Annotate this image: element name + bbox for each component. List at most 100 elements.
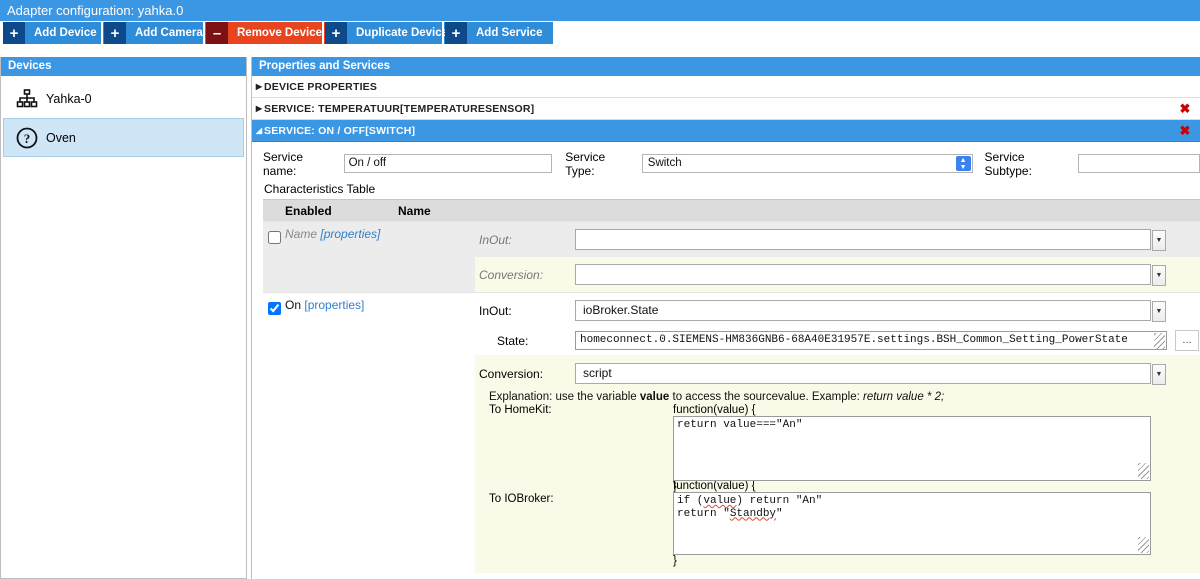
resize-handle-icon[interactable] [1138, 463, 1149, 479]
properties-and-services-panel: Properties and Services ▶ DEVICE PROPERT… [251, 57, 1200, 579]
add-device-button[interactable]: + Add Device [3, 22, 108, 44]
resize-handle-icon[interactable] [1154, 333, 1165, 349]
service-name-input[interactable]: On / off [343, 154, 553, 173]
table-row: On [properties] InOut: ioBroker.State ▼ [263, 292, 1200, 573]
to-homekit-code-a: return value=== [677, 419, 777, 431]
iob-code-l2b: Standby [729, 507, 777, 520]
inout-select[interactable]: ▼ [575, 229, 1166, 251]
chevron-down-icon[interactable]: ▼ [1152, 301, 1166, 322]
explanation-pre: Explanation: use the variable [489, 391, 640, 403]
add-device-label: Add Device [25, 22, 108, 44]
to-iobroker-function-close: } [673, 555, 677, 567]
add-camera-label: Add Camera [126, 22, 214, 44]
plus-icon: + [325, 22, 347, 44]
to-homekit-code-b: "An" [776, 419, 803, 431]
chevron-down-icon[interactable]: ▼ [1152, 364, 1166, 385]
add-camera-button[interactable]: + Add Camera [104, 22, 214, 44]
accordion-label: SERVICE: ON / OFF[SWITCH] [264, 125, 416, 137]
explanation-example: return value * 2; [863, 391, 945, 403]
state-input[interactable]: homeconnect.0.SIEMENS-HM836GNB6-68A40E31… [575, 331, 1167, 350]
enabled-checkbox[interactable] [268, 231, 281, 244]
conversion-value: script [583, 366, 612, 380]
add-service-button[interactable]: + Add Service [445, 22, 554, 44]
characteristic-name: On [285, 298, 302, 312]
column-header-name: Name [398, 203, 431, 218]
accordion-service-temperatuur[interactable]: ▶ SERVICE: TEMPERATUUR[TEMPERATURESENSOR… [252, 98, 1200, 120]
row-enabled-cell [263, 222, 285, 292]
spinner-arrows-icon: ▲ ▼ [955, 156, 971, 171]
service-type-select[interactable]: Switch ▲ ▼ [641, 154, 973, 173]
caret-down-icon: ◢ [255, 126, 263, 135]
conversion-segment: Conversion: script ▼ Explanation: use th… [475, 355, 1200, 573]
plus-icon: + [3, 22, 25, 44]
plus-icon: + [445, 22, 467, 44]
caret-right-icon: ▶ [255, 104, 263, 113]
iob-code-l2a: return " [677, 507, 730, 520]
accordion-service-on-off[interactable]: ◢ SERVICE: ON / OFF[SWITCH] ✖ [252, 120, 1200, 142]
inout-label: InOut: [479, 303, 512, 318]
characteristics-table-header: Enabled Name [263, 199, 1200, 221]
row-fields: InOut: ▼ Conversion: ▼ [475, 222, 1200, 292]
toolbar-divider [203, 22, 205, 44]
toolbar-divider [442, 22, 444, 44]
accordion-label: DEVICE PROPERTIES [264, 81, 378, 93]
properties-link[interactable]: [properties] [320, 227, 380, 241]
inout-label: InOut: [479, 232, 512, 247]
characteristics-table-title: Characteristics Table [264, 182, 376, 196]
row-name-cell: Name [properties] [285, 222, 475, 292]
toolbar-divider [101, 22, 103, 44]
window-title-bar: Adapter configuration: yahka.0 [0, 0, 1200, 21]
chevron-down-icon[interactable]: ▼ [1152, 230, 1166, 251]
device-item-yahka-0[interactable]: Yahka-0 [3, 79, 244, 118]
iob-code-l1a: if ( [677, 495, 704, 507]
iob-code-l1b: value [703, 495, 737, 507]
add-service-label: Add Service [467, 22, 554, 44]
properties-link[interactable]: [properties] [304, 298, 364, 312]
conversion-select[interactable]: script ▼ [575, 363, 1166, 385]
explanation-variable: value [639, 391, 670, 403]
close-icon[interactable]: ✖ [1178, 98, 1192, 120]
to-homekit-code-editor[interactable]: return value==="An" [673, 416, 1151, 481]
state-label: State: [497, 333, 529, 348]
sitemap-icon [10, 88, 44, 110]
to-iobroker-code-editor[interactable]: if (value) return "An" return "Standby" [673, 492, 1151, 555]
characteristic-name: Name [285, 227, 318, 241]
caret-right-icon: ▶ [255, 82, 263, 91]
chevron-down-icon[interactable]: ▼ [1152, 265, 1166, 286]
to-iobroker-block: To IOBroker: function(value) { if (value… [475, 480, 1200, 567]
remove-device-label: Remove Device [228, 22, 334, 44]
svg-text:?: ? [24, 131, 31, 146]
resize-handle-icon[interactable] [1138, 537, 1149, 553]
enabled-checkbox[interactable] [268, 302, 281, 315]
service-name-label: Service name: [263, 149, 304, 178]
inout-segment: InOut: ioBroker.State ▼ State: homeconne… [475, 293, 1200, 355]
state-browse-button[interactable]: ... [1175, 330, 1199, 351]
devices-panel: Devices Yahka-0 ? Oven [0, 57, 247, 579]
properties-panel-title-text: Properties and Services [259, 60, 391, 72]
state-value: homeconnect.0.SIEMENS-HM836GNB6-68A40E31… [580, 334, 1128, 346]
conversion-label: Conversion: [479, 366, 544, 381]
service-header-row: Service name: On / off Service Type: Swi… [263, 150, 1200, 178]
to-iobroker-label: To IOBroker: [489, 493, 554, 505]
conversion-label: Conversion: [479, 267, 544, 282]
app-window: Adapter configuration: yahka.0 + Add Dev… [0, 0, 1200, 579]
iob-code-l2c: " [776, 507, 783, 520]
service-subtype-label: Service Subtype: [984, 149, 1032, 178]
row-fields: InOut: ioBroker.State ▼ State: homeconne… [475, 293, 1200, 573]
devices-panel-title-text: Devices [8, 60, 52, 72]
service-subtype-input[interactable] [1078, 154, 1200, 173]
table-row: Name [properties] InOut: ▼ Conversion: ▼ [263, 221, 1200, 292]
inout-select[interactable]: ioBroker.State ▼ [575, 300, 1166, 322]
device-item-oven[interactable]: ? Oven [3, 118, 244, 157]
accordion-device-properties[interactable]: ▶ DEVICE PROPERTIES [252, 76, 1200, 98]
device-item-label: Oven [46, 130, 76, 145]
service-type-label: Service Type: [565, 149, 606, 178]
iob-code-l1c: ) return "An" [736, 495, 823, 507]
remove-device-button[interactable]: – Remove Device [206, 22, 334, 44]
properties-panel-title: Properties and Services [252, 57, 1200, 76]
duplicate-device-button[interactable]: + Duplicate Device [325, 22, 460, 44]
close-icon[interactable]: ✖ [1178, 120, 1192, 142]
plus-icon: + [104, 22, 126, 44]
inout-segment: InOut: ▼ [475, 222, 1200, 257]
conversion-select[interactable]: ▼ [575, 264, 1166, 286]
